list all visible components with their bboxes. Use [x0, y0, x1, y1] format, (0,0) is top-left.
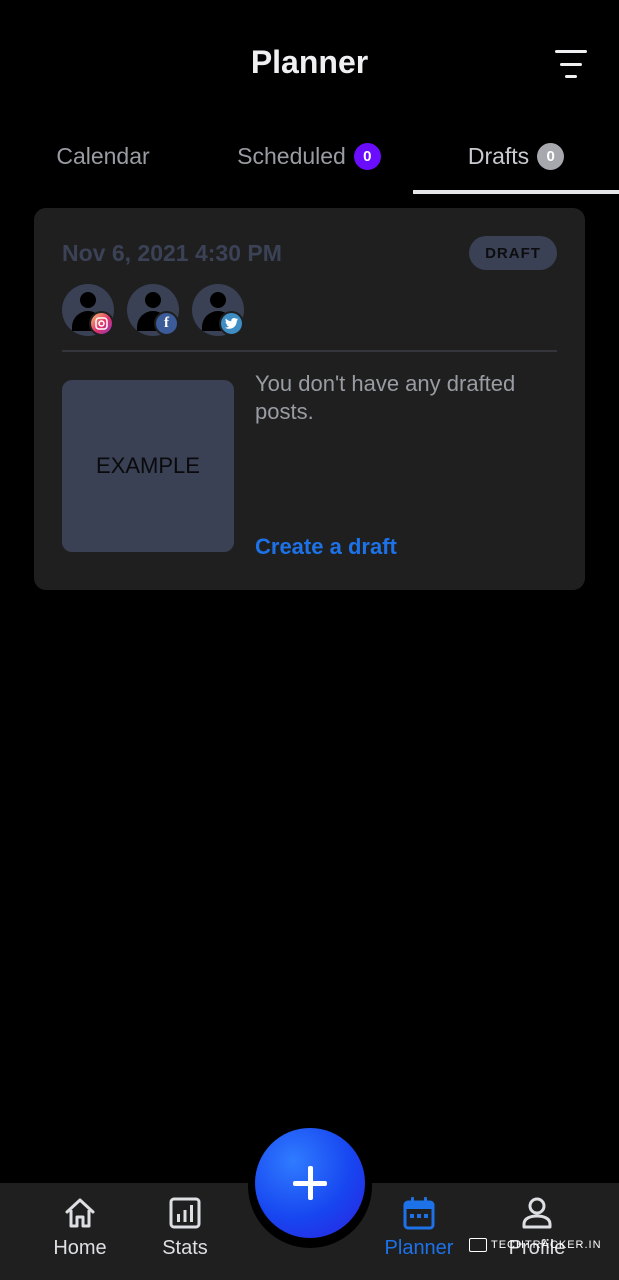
- nav-label: Stats: [162, 1237, 208, 1259]
- account-avatars: f: [62, 284, 262, 338]
- card-divider: [62, 350, 557, 352]
- empty-message: You don't have any drafted posts.: [255, 371, 516, 424]
- page-title: Planner: [250, 44, 369, 80]
- tab-calendar[interactable]: Calendar: [20, 120, 186, 192]
- facebook-icon: f: [154, 311, 179, 336]
- preview-label: EXAMPLE: [96, 453, 200, 478]
- instagram-icon: [89, 311, 114, 336]
- tab-bar: Calendar Scheduled 0 Drafts 0: [0, 120, 619, 196]
- status-badge: DRAFT: [469, 236, 557, 270]
- nav-planner[interactable]: Planner: [369, 1195, 469, 1265]
- planner-screen: Planner Calendar Scheduled 0 Drafts 0 No…: [0, 0, 619, 1280]
- scheduled-count-badge: 0: [353, 142, 381, 170]
- post-preview-placeholder: EXAMPLE: [62, 380, 234, 552]
- watermark-text: TECHTRACKER.IN: [491, 1239, 602, 1251]
- tab-label: Calendar: [56, 142, 150, 169]
- draft-card[interactable]: Nov 6, 2021 4:30 PM DRAFT f EXAMPLE You …: [34, 208, 585, 590]
- nav-home[interactable]: Home: [30, 1195, 130, 1265]
- filter-icon[interactable]: [552, 50, 590, 78]
- nav-profile[interactable]: Profile: [487, 1195, 587, 1265]
- create-draft-link[interactable]: Create a draft: [255, 534, 397, 560]
- tab-label: Drafts: [467, 142, 530, 169]
- drafts-count-badge: 0: [537, 142, 565, 170]
- active-tab-indicator: [413, 190, 619, 194]
- twitter-icon: [219, 311, 244, 336]
- avatar-instagram: [62, 284, 118, 340]
- stats-icon: [169, 1197, 201, 1229]
- header: Planner: [0, 0, 619, 120]
- profile-icon: [522, 1197, 552, 1229]
- nav-label: Planner: [384, 1237, 454, 1259]
- home-icon: [65, 1198, 95, 1228]
- nav-label: Home: [53, 1237, 107, 1259]
- tab-scheduled[interactable]: Scheduled 0: [206, 120, 412, 192]
- tab-label: Scheduled: [237, 142, 346, 169]
- nav-stats[interactable]: Stats: [135, 1195, 235, 1265]
- avatar-twitter: [192, 284, 248, 340]
- calendar-icon: [403, 1197, 435, 1230]
- avatar-facebook: f: [127, 284, 183, 340]
- add-post-button[interactable]: [255, 1128, 365, 1238]
- watermark: TECHTRACKER.IN: [469, 1238, 602, 1252]
- watermark-logo-icon: [469, 1238, 487, 1252]
- tab-drafts[interactable]: Drafts 0: [413, 120, 619, 192]
- draft-date: Nov 6, 2021 4:30 PM: [62, 240, 282, 266]
